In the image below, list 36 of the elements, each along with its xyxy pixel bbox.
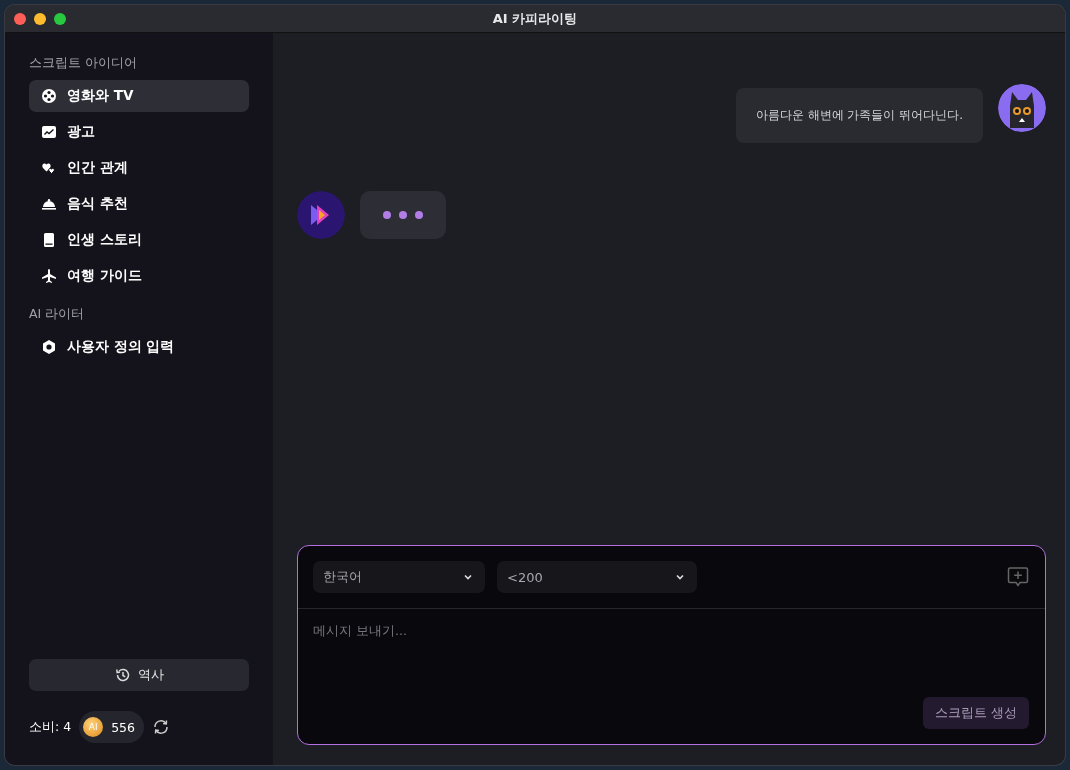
language-dropdown[interactable]: 한국어 bbox=[313, 561, 485, 593]
length-dropdown[interactable]: <200 bbox=[497, 561, 697, 593]
cloche-icon bbox=[41, 196, 57, 212]
film-icon bbox=[41, 88, 57, 104]
hexagon-icon bbox=[41, 339, 57, 355]
message-composer[interactable]: 한국어 <200 메시지 보내기... 스크립트 생성 bbox=[297, 545, 1046, 745]
sidebar-item[interactable]: 인간 관계 bbox=[29, 152, 249, 184]
refresh-icon[interactable] bbox=[152, 718, 170, 736]
message-input[interactable]: 메시지 보내기... bbox=[313, 623, 1029, 697]
book-icon bbox=[41, 232, 57, 248]
credit-balance: 556 bbox=[111, 719, 135, 735]
close-button[interactable] bbox=[14, 12, 26, 25]
history-button[interactable]: 역사 bbox=[29, 659, 249, 691]
cat-avatar-icon bbox=[998, 84, 1046, 132]
history-icon bbox=[114, 667, 131, 683]
sidebar-item[interactable]: 영화와 TV bbox=[29, 80, 249, 112]
usage-label: 소비: 4 bbox=[29, 718, 72, 736]
window-title: AI 카피라이팅 bbox=[492, 10, 578, 26]
minimize-button[interactable] bbox=[34, 12, 46, 25]
generate-script-button[interactable]: 스크립트 생성 bbox=[923, 697, 1029, 729]
chevron-down-icon bbox=[463, 572, 473, 582]
sidebar-item[interactable]: 여행 가이드 bbox=[29, 260, 249, 292]
section-title: AI 라이터 bbox=[29, 306, 86, 323]
chart-icon bbox=[41, 124, 57, 140]
sidebar-item[interactable]: 음식 추천 bbox=[29, 188, 249, 220]
bot-avatar-icon bbox=[297, 191, 345, 239]
sidebar-item[interactable]: 인생 스토리 bbox=[29, 224, 249, 256]
coin-icon: AI bbox=[83, 717, 104, 737]
sidebar-item[interactable]: 사용자 정의 입력 bbox=[29, 331, 249, 363]
sidebar-item[interactable]: 광고 bbox=[29, 116, 249, 148]
chevron-down-icon bbox=[675, 572, 685, 582]
new-chat-icon[interactable] bbox=[1006, 565, 1030, 589]
plane-icon bbox=[41, 268, 57, 284]
zoom-button[interactable] bbox=[54, 12, 66, 25]
user-message: 아름다운 해변에 가족들이 뛰어다닌다. bbox=[735, 88, 983, 143]
section-title: 스크립트 아이디어 bbox=[29, 55, 138, 72]
